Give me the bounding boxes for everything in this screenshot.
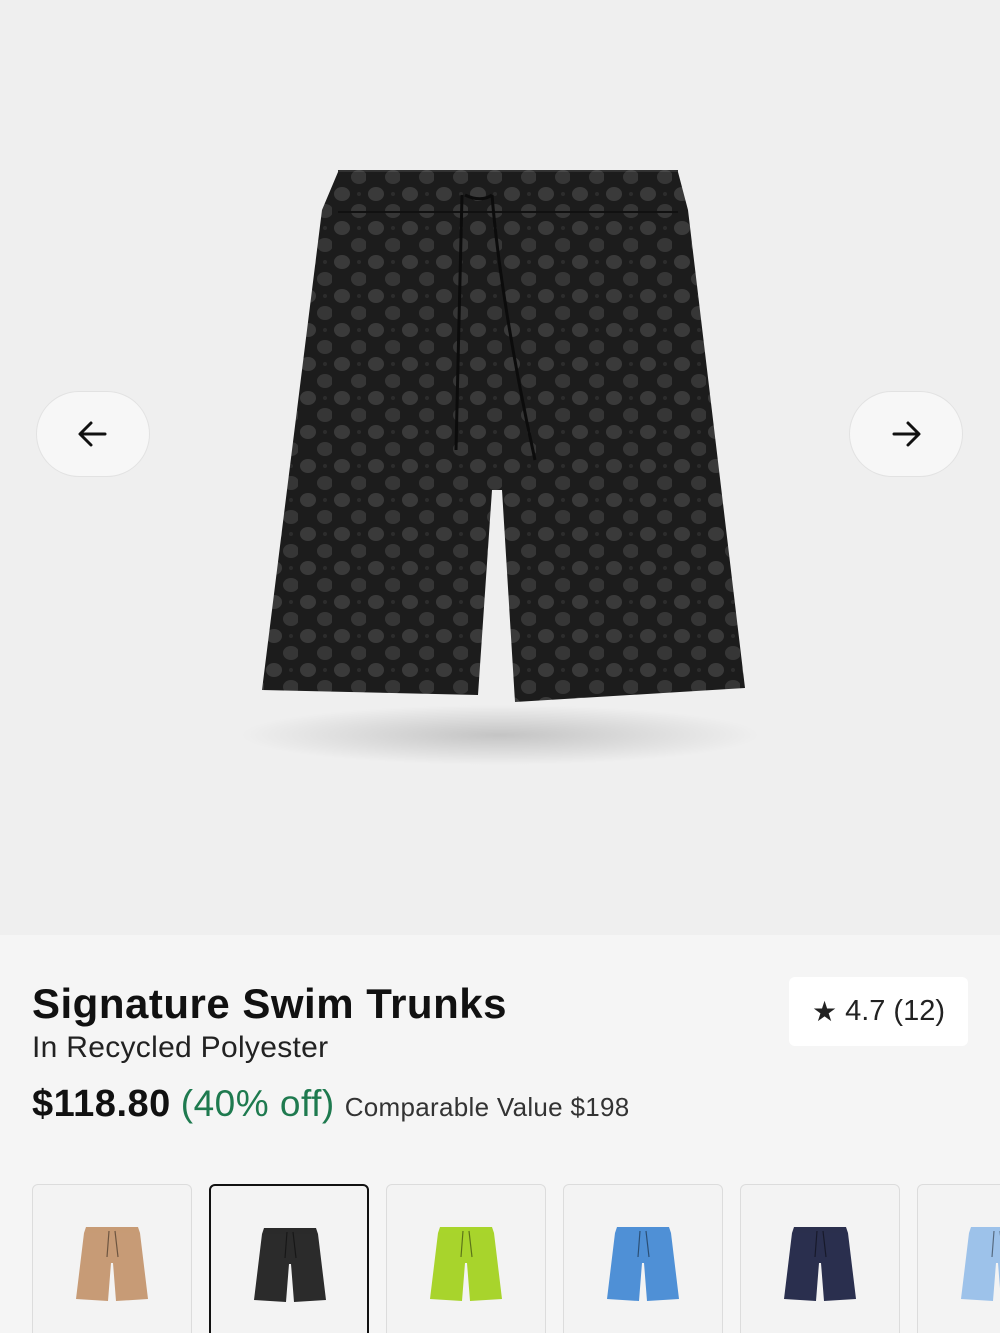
rating-badge[interactable]: ★ 4.7 (12) xyxy=(789,977,968,1046)
discount-label: (40% off) xyxy=(180,1083,335,1124)
product-gallery xyxy=(0,0,1000,935)
product-image xyxy=(240,170,760,765)
price-row: $118.80 (40% off) Comparable Value $198 xyxy=(32,1083,630,1126)
swatch-thumbnail xyxy=(784,1227,856,1301)
previous-image-button[interactable] xyxy=(36,391,150,477)
color-swatch[interactable] xyxy=(740,1184,900,1333)
product-info: Signature Swim Trunks In Recycled Polyes… xyxy=(0,935,1000,1333)
color-swatch[interactable] xyxy=(563,1184,723,1333)
swatch-thumbnail xyxy=(430,1227,502,1301)
next-image-button[interactable] xyxy=(849,391,963,477)
color-swatches xyxy=(32,1184,1000,1333)
sale-price: $118.80 xyxy=(32,1083,171,1125)
arrow-left-icon xyxy=(78,421,107,447)
swatch-thumbnail xyxy=(607,1227,679,1301)
color-swatch[interactable] xyxy=(209,1184,369,1333)
product-subtitle: In Recycled Polyester xyxy=(32,1031,329,1064)
color-swatch[interactable] xyxy=(32,1184,192,1333)
star-icon: ★ xyxy=(811,996,838,1027)
color-swatch[interactable] xyxy=(386,1184,546,1333)
swatch-thumbnail xyxy=(254,1228,326,1302)
color-swatch[interactable] xyxy=(917,1184,1000,1333)
swatch-thumbnail xyxy=(76,1227,148,1301)
arrow-right-icon xyxy=(892,421,921,447)
swatch-thumbnail xyxy=(961,1227,1000,1301)
rating-value: 4.7 xyxy=(845,995,886,1027)
rating-count: (12) xyxy=(893,995,945,1027)
comparable-value: Comparable Value $198 xyxy=(344,1092,630,1122)
product-title: Signature Swim Trunks xyxy=(32,980,507,1027)
